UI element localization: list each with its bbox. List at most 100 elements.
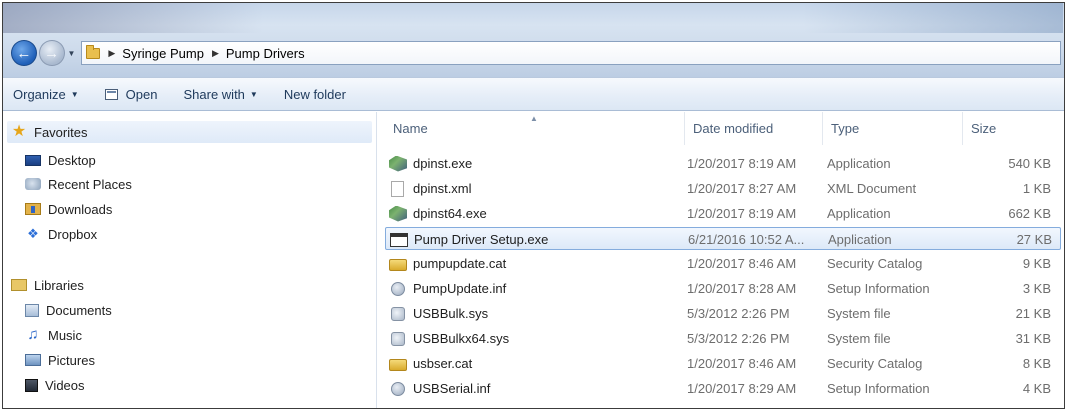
file-row[interactable]: USBBulk.sys 5/3/2012 2:26 PM System file… bbox=[385, 302, 1061, 325]
open-label: Open bbox=[125, 86, 158, 102]
music-icon: ♫ bbox=[27, 326, 39, 343]
file-size: 540 KB bbox=[1008, 156, 1051, 171]
file-type: Security Catalog bbox=[827, 356, 923, 371]
column-header-label: Name bbox=[393, 121, 428, 136]
file-row[interactable]: USBBulkx64.sys 5/3/2012 2:26 PM System f… bbox=[385, 327, 1061, 350]
exe-icon bbox=[389, 205, 407, 222]
sidebar-item-label: Dropbox bbox=[48, 226, 98, 242]
sidebar-item-label: Pictures bbox=[48, 352, 95, 368]
file-date: 1/20/2017 8:28 AM bbox=[687, 281, 797, 296]
file-name: USBBulk.sys bbox=[413, 306, 489, 321]
share-with-button[interactable]: Share with ▼ bbox=[183, 87, 257, 102]
breadcrumb-syringe-pump[interactable]: Syringe Pump bbox=[122, 46, 204, 61]
column-header-label: Date modified bbox=[693, 121, 774, 136]
open-icon bbox=[104, 88, 118, 100]
file-row[interactable]: dpinst64.exe 1/20/2017 8:19 AM Applicati… bbox=[385, 202, 1061, 225]
desktop-icon bbox=[25, 155, 41, 166]
file-name: USBBulkx64.sys bbox=[413, 331, 510, 346]
breadcrumb-separator-icon[interactable]: ▶ bbox=[212, 48, 219, 59]
file-row[interactable]: USBSerial.inf 1/20/2017 8:29 AM Setup In… bbox=[385, 377, 1061, 400]
column-header-label: Type bbox=[831, 121, 860, 136]
command-bar: Organize ▼ Open Share with ▼ New folder bbox=[3, 77, 1064, 111]
sidebar-item-label: Downloads bbox=[48, 201, 113, 217]
file-size: 31 KB bbox=[1015, 331, 1051, 346]
sidebar-item-pictures[interactable]: Pictures bbox=[25, 349, 95, 371]
file-row[interactable]: dpinst.xml 1/20/2017 8:27 AM XML Documen… bbox=[385, 177, 1061, 200]
organize-button[interactable]: Organize ▼ bbox=[13, 87, 79, 102]
file-size: 27 KB bbox=[1016, 232, 1052, 247]
setup-information-icon bbox=[391, 381, 405, 396]
star-icon: ★ bbox=[11, 123, 27, 140]
file-row[interactable]: PumpUpdate.inf 1/20/2017 8:28 AM Setup I… bbox=[385, 277, 1061, 300]
column-header-type[interactable]: Type bbox=[823, 112, 963, 145]
file-name: Pump Driver Setup.exe bbox=[414, 232, 549, 247]
sidebar-item-videos[interactable]: Videos bbox=[25, 374, 85, 396]
file-date: 6/21/2016 10:52 A... bbox=[688, 232, 805, 247]
file-size: 21 KB bbox=[1015, 306, 1051, 321]
back-button[interactable]: ← bbox=[11, 40, 37, 66]
libraries-icon bbox=[11, 279, 27, 291]
file-date: 1/20/2017 8:19 AM bbox=[687, 206, 797, 221]
documents-icon bbox=[25, 303, 39, 317]
recent-pages-dropdown[interactable]: ▼ bbox=[66, 49, 78, 58]
chevron-down-icon: ▼ bbox=[249, 89, 258, 99]
forward-button[interactable]: → bbox=[38, 40, 65, 66]
title-bar: ← → ▼ ▶ Syringe Pump ▶ Pump Drivers bbox=[3, 3, 1064, 77]
sidebar-item-recent-places[interactable]: Recent Places bbox=[25, 173, 132, 195]
file-type: System file bbox=[827, 306, 891, 321]
breadcrumb-pump-drivers[interactable]: Pump Drivers bbox=[226, 46, 305, 61]
explorer-window: ← → ▼ ▶ Syringe Pump ▶ Pump Drivers Orga… bbox=[2, 2, 1065, 409]
file-list: Name ▲ Date modified Type Size dpinst.ex… bbox=[377, 112, 1064, 408]
application-window-icon bbox=[390, 232, 408, 247]
security-catalog-icon bbox=[389, 258, 407, 271]
file-date: 5/3/2012 2:26 PM bbox=[687, 306, 790, 321]
file-date: 1/20/2017 8:29 AM bbox=[687, 381, 797, 396]
recent-places-icon bbox=[25, 178, 41, 190]
file-row-selected[interactable]: Pump Driver Setup.exe 6/21/2016 10:52 A.… bbox=[385, 227, 1061, 250]
file-name: dpinst.xml bbox=[413, 181, 472, 196]
sidebar-item-label: Music bbox=[48, 327, 82, 343]
column-header-label: Size bbox=[971, 121, 997, 136]
file-row[interactable]: pumpupdate.cat 1/20/2017 8:46 AM Securit… bbox=[385, 252, 1061, 275]
file-row[interactable]: dpinst.exe 1/20/2017 8:19 AM Application… bbox=[385, 152, 1061, 175]
open-button[interactable]: Open bbox=[104, 86, 158, 102]
file-date: 1/20/2017 8:46 AM bbox=[687, 256, 797, 271]
address-bar[interactable]: ▶ Syringe Pump ▶ Pump Drivers bbox=[81, 41, 1061, 65]
file-type: XML Document bbox=[827, 181, 917, 196]
chevron-down-icon: ▼ bbox=[70, 89, 79, 99]
sidebar-item-documents[interactable]: Documents bbox=[25, 299, 112, 321]
file-date: 1/20/2017 8:27 AM bbox=[687, 181, 797, 196]
file-row[interactable]: usbser.cat 1/20/2017 8:46 AM Security Ca… bbox=[385, 352, 1061, 375]
sidebar-item-desktop[interactable]: Desktop bbox=[25, 149, 96, 171]
breadcrumb-separator-icon[interactable]: ▶ bbox=[108, 48, 115, 59]
file-type: System file bbox=[827, 331, 891, 346]
column-headers: Name ▲ Date modified Type Size bbox=[377, 112, 1064, 145]
new-folder-button[interactable]: New folder bbox=[284, 87, 346, 102]
sidebar-item-music[interactable]: ♫ Music bbox=[25, 324, 82, 346]
file-type: Setup Information bbox=[827, 381, 930, 396]
sort-ascending-icon: ▲ bbox=[530, 114, 538, 123]
file-date: 5/3/2012 2:26 PM bbox=[687, 331, 790, 346]
xml-file-icon bbox=[391, 180, 404, 197]
setup-information-icon bbox=[391, 281, 405, 296]
file-size: 8 KB bbox=[1022, 356, 1051, 371]
column-header-date-modified[interactable]: Date modified bbox=[685, 112, 823, 145]
sidebar-item-label: Documents bbox=[46, 302, 112, 318]
column-header-size[interactable]: Size bbox=[963, 112, 1063, 145]
sidebar-item-libraries[interactable]: Libraries bbox=[11, 274, 84, 296]
file-name: dpinst.exe bbox=[413, 156, 473, 171]
file-name: pumpupdate.cat bbox=[413, 256, 507, 271]
sidebar-item-label: Desktop bbox=[48, 152, 96, 168]
file-size: 662 KB bbox=[1008, 206, 1051, 221]
file-date: 1/20/2017 8:46 AM bbox=[687, 356, 797, 371]
downloads-icon bbox=[25, 203, 41, 215]
navigation-pane: ★ Favorites Desktop Recent Places Downlo… bbox=[3, 112, 376, 408]
sidebar-item-downloads[interactable]: Downloads bbox=[25, 198, 112, 220]
column-header-name[interactable]: Name ▲ bbox=[385, 112, 685, 145]
sidebar-item-favorites[interactable]: ★ Favorites bbox=[7, 121, 372, 143]
file-type: Application bbox=[827, 206, 891, 221]
sidebar-item-dropbox[interactable]: ❖ Dropbox bbox=[25, 223, 97, 245]
pictures-icon bbox=[25, 354, 41, 366]
file-size: 3 KB bbox=[1022, 281, 1051, 296]
exe-icon bbox=[389, 155, 407, 172]
